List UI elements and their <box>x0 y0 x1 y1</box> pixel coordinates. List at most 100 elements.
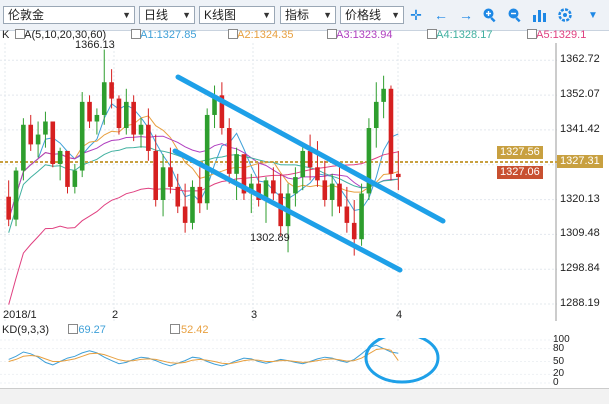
candle-body <box>351 222 357 240</box>
highlight-circle <box>364 338 440 384</box>
bottom-scrollbar[interactable] <box>0 388 609 404</box>
kd-tick-label: 80 <box>553 342 565 354</box>
chevron-down-icon: ▼ <box>122 10 131 20</box>
ma4-label: MA4:1328.17 <box>427 29 492 41</box>
price-box-upper: 1327.56 <box>497 146 543 159</box>
period-select-label: 日线 <box>144 8 169 22</box>
candle-body <box>190 186 195 223</box>
symbol-select-label: 伦敦金 <box>8 8 45 22</box>
y-tick-label: 1298.84 <box>560 262 600 275</box>
y-tick-label: 1288.19 <box>560 297 600 310</box>
candle-body <box>101 82 107 115</box>
candle-body <box>35 134 41 145</box>
candle-body <box>28 124 34 145</box>
candle-body <box>182 206 188 223</box>
symbol-select[interactable]: 伦敦金 ▼ <box>3 6 135 24</box>
candle-body <box>6 196 11 220</box>
checkbox-icon[interactable] <box>527 29 537 39</box>
kd-tick-label: 50 <box>553 355 565 367</box>
y-tick-label: 1341.42 <box>560 122 600 135</box>
candle-body <box>43 121 48 135</box>
checkbox-icon[interactable] <box>15 29 25 39</box>
arrow-right-icon[interactable]: → <box>456 5 476 25</box>
indicator-select-label: 指标 <box>285 8 310 22</box>
candle-body <box>234 154 239 174</box>
arrow-left-icon[interactable]: ← <box>431 5 451 25</box>
kd-title: KD(9,3,3) <box>2 324 50 336</box>
ma3-label: MA3:1323.94 <box>327 29 392 41</box>
trendline-lower <box>172 148 403 273</box>
chevron-down-icon: ▼ <box>323 10 332 20</box>
y-tick-label: 1362.72 <box>560 53 600 66</box>
chevron-down-icon[interactable]: ▼ <box>583 5 603 25</box>
k-label: K <box>2 29 10 41</box>
x-tick-label: 2018/1 <box>3 309 37 321</box>
x-tick-label: 3 <box>251 309 258 321</box>
candle-body <box>153 150 159 200</box>
candle-body <box>175 186 181 207</box>
crosshair-icon[interactable]: ✛ <box>406 5 426 25</box>
candle-body <box>13 170 19 220</box>
kd-d-line <box>8 348 399 365</box>
price-line-select[interactable]: 价格线 ▼ <box>340 6 404 24</box>
checkbox-icon[interactable] <box>68 324 78 334</box>
candle-body <box>109 82 114 99</box>
kd-tick-label: 0 <box>553 377 559 388</box>
candle-body <box>344 206 350 223</box>
high-annotation: 1366.13 <box>75 39 115 51</box>
zoom-in-icon[interactable] <box>480 5 500 25</box>
checkbox-icon[interactable] <box>131 29 141 39</box>
candle-body <box>359 193 364 240</box>
candle-body <box>293 177 298 194</box>
chevron-down-icon: ▼ <box>391 10 400 20</box>
candle-body <box>65 150 70 187</box>
kd-k-line <box>8 344 399 367</box>
toolbar: 伦敦金 ▼ 日线 ▼ K线图 ▼ 指标 ▼ 价格线 ▼ ✛ ← → ▼ <box>0 0 609 31</box>
candle-body <box>168 167 173 187</box>
price-chart[interactable] <box>0 43 557 321</box>
candle-body <box>160 167 166 200</box>
candles <box>6 49 401 256</box>
candle-body <box>226 128 232 174</box>
chart-type-select[interactable]: K线图 ▼ <box>199 6 275 24</box>
candle-body <box>146 124 151 151</box>
candle-body <box>396 173 401 178</box>
period-select[interactable]: 日线 ▼ <box>139 6 195 24</box>
grid <box>0 43 557 321</box>
candle-body <box>138 124 144 135</box>
kd-grid <box>0 339 557 384</box>
candle-body <box>87 101 92 122</box>
candle-body <box>373 101 379 129</box>
x-tick-label: 4 <box>396 309 403 321</box>
checkbox-icon[interactable] <box>327 29 337 39</box>
candle-body <box>116 98 122 129</box>
y-tick-label: 1320.13 <box>560 192 600 205</box>
candle-body <box>57 150 63 165</box>
candle-body <box>322 180 328 200</box>
candle-body <box>50 121 56 165</box>
candle-body <box>337 183 342 207</box>
checkbox-icon[interactable] <box>170 324 180 334</box>
candle-body <box>307 150 313 168</box>
candle-body <box>381 88 386 102</box>
candle-body <box>131 101 136 135</box>
candle-body <box>79 101 85 171</box>
chevron-down-icon: ▼ <box>182 10 191 20</box>
candle-body <box>271 180 276 194</box>
price-box-lower: 1327.06 <box>497 166 543 179</box>
ma5-label: MA5:1329.1 <box>527 29 586 41</box>
ma1-label: MA1:1327.85 <box>131 29 196 41</box>
settings-icon[interactable] <box>555 5 575 25</box>
candle-body <box>197 186 203 204</box>
zoom-out-icon[interactable] <box>505 5 525 25</box>
bar-chart-icon[interactable] <box>530 5 550 25</box>
checkbox-icon[interactable] <box>427 29 437 39</box>
kd-chart[interactable] <box>0 338 557 385</box>
candle-body <box>94 114 100 122</box>
candle-body <box>124 101 129 129</box>
candle-body <box>315 167 320 181</box>
chevron-down-icon: ▼ <box>262 10 271 20</box>
price-line-select-label: 价格线 <box>345 8 382 22</box>
checkbox-icon[interactable] <box>228 29 238 39</box>
indicator-select[interactable]: 指标 ▼ <box>280 6 336 24</box>
